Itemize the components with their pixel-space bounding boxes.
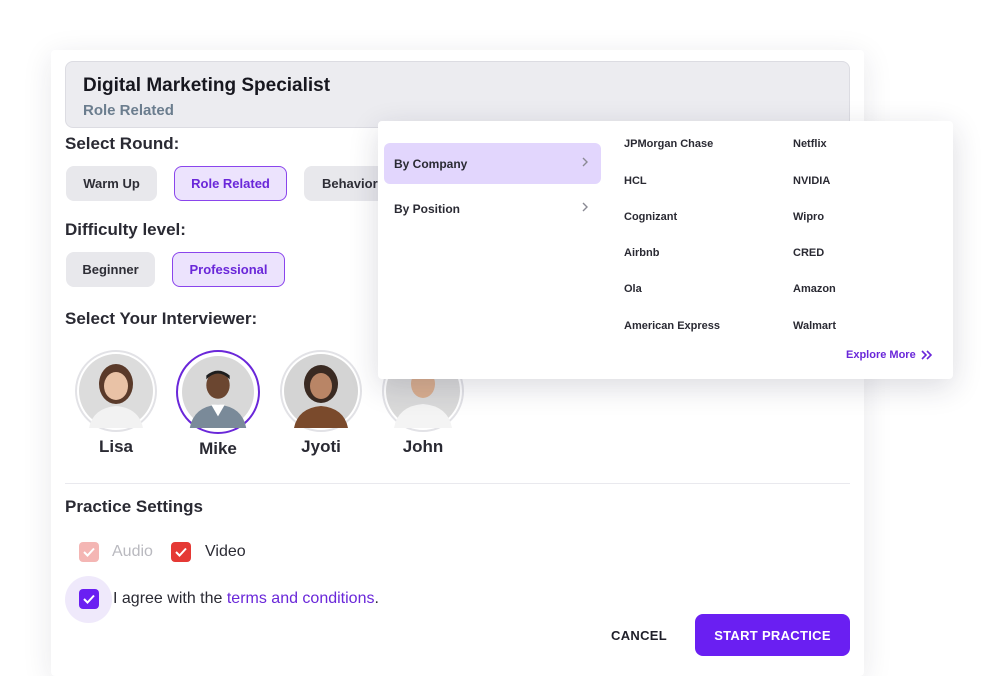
video-label: Video: [205, 543, 246, 560]
start-practice-button[interactable]: START PRACTICE: [695, 614, 850, 656]
agree-prefix: I agree with the: [113, 590, 227, 607]
select-round-label: Select Round:: [65, 134, 180, 153]
difficulty-label: Difficulty level:: [65, 220, 186, 239]
company-item[interactable]: Walmart: [793, 320, 836, 332]
round-dropdown-menu: By Company By Position JPMorgan Chase HC…: [378, 121, 953, 379]
company-item[interactable]: American Express: [624, 320, 720, 332]
interviewer-name: Lisa: [98, 437, 134, 456]
company-item[interactable]: Airbnb: [624, 247, 659, 259]
company-item[interactable]: JPMorgan Chase: [624, 138, 713, 150]
menu-item-label: By Company: [394, 157, 468, 171]
chevron-right-icon: [582, 157, 588, 167]
double-chevron-right-icon: [921, 350, 932, 360]
job-subtitle: Role Related: [83, 102, 174, 119]
terms-link[interactable]: terms and conditions: [227, 590, 375, 607]
avatar-mike-icon: [176, 350, 260, 434]
difficulty-professional-button[interactable]: Professional: [172, 252, 285, 287]
interviewer-name: Mike: [199, 439, 237, 458]
job-title: Digital Marketing Specialist: [83, 75, 331, 96]
company-item[interactable]: Ola: [624, 283, 642, 295]
explore-more-link[interactable]: Explore More: [846, 349, 932, 361]
practice-settings-label: Practice Settings: [65, 497, 203, 516]
company-item[interactable]: HCL: [624, 175, 647, 187]
company-item[interactable]: NVIDIA: [793, 175, 830, 187]
company-item[interactable]: Cognizant: [624, 211, 677, 223]
interviewer-name: Jyoti: [301, 437, 341, 456]
audio-checkbox[interactable]: [79, 542, 99, 562]
avatar-lisa-icon: [75, 350, 157, 432]
avatar-jyoti-icon: [280, 350, 362, 432]
check-icon: [83, 594, 95, 604]
interviewer-lisa[interactable]: Lisa: [73, 350, 159, 457]
round-role-related-button[interactable]: Role Related: [174, 166, 287, 201]
round-warm-up-button[interactable]: Warm Up: [66, 166, 157, 201]
company-item[interactable]: CRED: [793, 247, 824, 259]
interviewer-jyoti[interactable]: Jyoti: [278, 350, 364, 457]
interviewer-name: John: [402, 437, 444, 456]
agree-text: I agree with the terms and conditions.: [113, 590, 379, 608]
menu-item-label: By Position: [394, 202, 461, 216]
explore-more-label: Explore More: [846, 349, 916, 361]
difficulty-beginner-button[interactable]: Beginner: [66, 252, 155, 287]
cancel-button[interactable]: CANCEL: [598, 622, 680, 648]
chevron-right-icon: [582, 202, 588, 212]
interviewer-mike[interactable]: Mike: [175, 350, 261, 459]
job-header: Digital Marketing Specialist Role Relate…: [65, 61, 850, 128]
agree-suffix: .: [374, 590, 379, 607]
company-item[interactable]: Wipro: [793, 211, 824, 223]
menu-by-position[interactable]: By Position: [384, 188, 601, 229]
company-item[interactable]: Amazon: [793, 283, 836, 295]
audio-label: Audio: [112, 543, 153, 560]
agree-checkbox[interactable]: [79, 589, 99, 609]
check-icon: [175, 547, 187, 557]
section-divider: [65, 483, 850, 484]
video-checkbox[interactable]: [171, 542, 191, 562]
check-icon: [83, 547, 95, 557]
menu-by-company[interactable]: By Company: [384, 143, 601, 184]
company-item[interactable]: Netflix: [793, 138, 827, 150]
select-interviewer-label: Select Your Interviewer:: [65, 309, 258, 328]
